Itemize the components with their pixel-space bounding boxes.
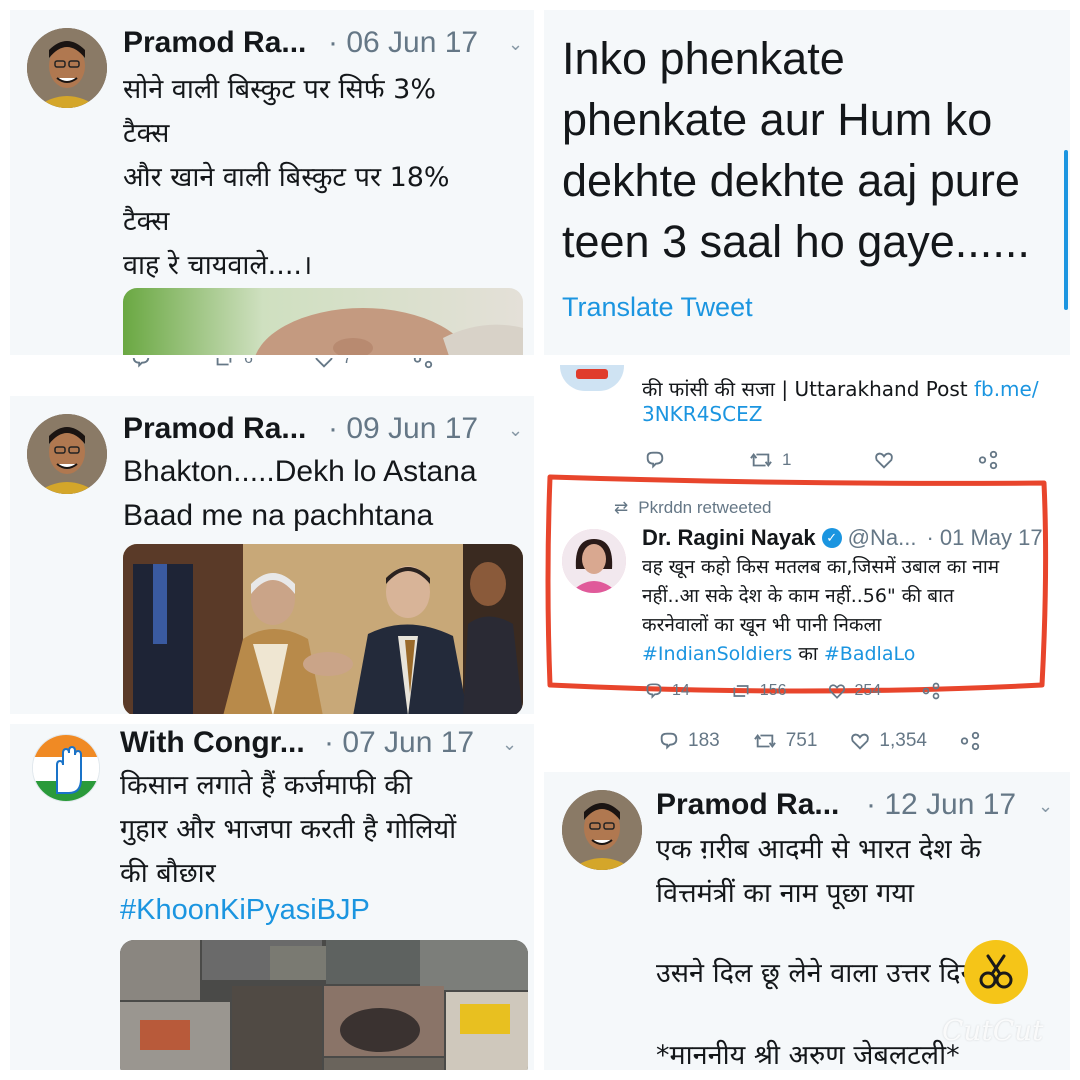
hashtag-link[interactable]: #IndianSoldiers [642, 643, 792, 665]
chevron-down-icon[interactable]: ⌄ [508, 420, 523, 441]
tweet-text: एक ग़रीब आदमी से भारत देश के वित्तमंत्री… [656, 834, 981, 909]
tweet-text: Bhakton.....Dekh lo Astana Baad me na pa… [123, 455, 477, 532]
reply-icon[interactable] [130, 358, 152, 370]
tweet-actions-strip: 6 7 [10, 358, 534, 380]
tweet-actions: 14 156 254 [644, 681, 941, 701]
source-line: की फांसी की सजा | Uttarakhand Post fb.me… [642, 375, 1039, 426]
like-icon [315, 358, 333, 368]
tweet-panel-6: Pramod Ra... · 12 Jun 17 ⌄ एक ग़रीब आदमी… [544, 772, 1070, 1070]
reply-count: 183 [688, 730, 720, 751]
retweet-icon [216, 358, 232, 366]
avatar[interactable] [27, 28, 107, 108]
hashtag-link[interactable]: #BadlaLo [824, 643, 915, 665]
retweet-count: 156 [759, 682, 787, 699]
like-icon [828, 684, 845, 699]
like-count: 254 [854, 682, 882, 699]
reply-icon[interactable] [644, 449, 666, 471]
retweet-count: 751 [785, 730, 818, 751]
author-name[interactable]: Pramod Ra... [123, 26, 306, 60]
chevron-down-icon[interactable]: ⌄ [502, 734, 517, 755]
author-handle[interactable]: @Na... [848, 525, 917, 551]
chevron-down-icon[interactable]: ⌄ [1038, 796, 1053, 817]
scissors-icon [964, 940, 1028, 1004]
hashtag-link[interactable]: #KhoonKiPyasiBJP [120, 894, 370, 927]
share-icon[interactable] [921, 681, 941, 701]
tweet-header: Dr. Ragini Nayak ✓ @Na... · 01 May 17 [642, 525, 1043, 551]
source-avatar[interactable] [560, 365, 624, 391]
reply-button[interactable]: 14 [644, 681, 690, 701]
tweet-body: वह खून कहो किस मतलब का,जिसमें उबाल का ना… [642, 556, 1000, 636]
author-name[interactable]: Pramod Ra... [656, 788, 839, 822]
share-icon[interactable] [412, 358, 434, 370]
tweet-text: सोने वाली बिस्कुट पर सिर्फ 3% टैक्स और ख… [123, 74, 450, 281]
like-icon[interactable] [873, 449, 895, 471]
tweet-panel-4: की फांसी की सजा | Uttarakhand Post fb.me… [544, 365, 1070, 715]
like-button[interactable]: 1,354 [849, 730, 927, 752]
like-button[interactable]: 254 [827, 681, 882, 701]
retweeted-by-label: Pkrddn retweeted [638, 498, 772, 517]
reply-count: 14 [672, 682, 690, 699]
tweet-image[interactable] [123, 544, 523, 714]
tweet-text: वह खून कहो किस मतलब का,जिसमें उबाल का ना… [642, 553, 1062, 669]
retweet-button[interactable]: 156 [730, 681, 787, 701]
retweet-icon: ⇄ [614, 498, 629, 517]
avatar[interactable] [562, 790, 642, 870]
chevron-down-icon[interactable]: ⌄ [508, 34, 523, 55]
retweet-count: 1 [782, 450, 792, 469]
retweeted-by[interactable]: ⇄ Pkrddn retweeted [614, 498, 772, 518]
tweet-image-collage[interactable] [120, 940, 528, 1070]
tweet-text: किसान लगाते हैं कर्जमाफी की गुहार और भाज… [120, 770, 457, 889]
retweet-button[interactable]: 6 [212, 358, 253, 370]
tweet-date[interactable]: · 07 Jun 17 [324, 726, 474, 760]
tweet-actions: 183 751 1,354 [658, 730, 981, 752]
scrollbar[interactable] [1064, 150, 1068, 310]
retweet-icon [733, 685, 749, 697]
tweet-date[interactable]: · 12 Jun 17 [866, 788, 1016, 822]
retweet-icon [753, 733, 776, 749]
tweet-panel-5: With Congr... · 07 Jun 17 ⌄ किसान लगाते … [10, 724, 534, 1070]
tweet-panel-2: Inko phenkate phenkate aur Hum ko dekhte… [544, 10, 1070, 355]
author-name[interactable]: Pramod Ra... [123, 412, 306, 446]
avatar[interactable] [27, 414, 107, 494]
reply-icon [646, 683, 662, 699]
like-count: 1,354 [879, 730, 927, 751]
retweet-icon [750, 452, 772, 468]
like-count: 7 [342, 358, 352, 367]
like-icon [851, 733, 870, 750]
tweet-date[interactable]: · 06 Jun 17 [328, 26, 478, 60]
source-text: की फांसी की सजा | Uttarakhand Post [642, 377, 968, 401]
share-icon[interactable] [959, 730, 981, 752]
author-name[interactable]: Dr. Ragini Nayak [642, 525, 816, 551]
watermark: CutCut [942, 1014, 1044, 1047]
congress-logo-avatar[interactable] [32, 734, 100, 802]
tweet-panel-1: Pramod Ra... · 06 Jun 17 ⌄ सोने वाली बिस… [10, 10, 534, 355]
avatar[interactable] [562, 529, 626, 593]
retweet-count: 6 [244, 358, 253, 367]
retweet-button[interactable]: 751 [752, 730, 818, 752]
tweet-date[interactable]: · 01 May 17 [926, 525, 1042, 551]
share-icon[interactable] [977, 449, 999, 471]
retweet-button[interactable]: 1 [748, 449, 791, 471]
tweet-panel-6-actions: 183 751 1,354 [544, 722, 1070, 766]
source-actions: 1 [644, 449, 999, 471]
author-name[interactable]: With Congr... [120, 726, 305, 760]
like-button[interactable]: 7 [313, 358, 352, 370]
reply-icon [660, 732, 678, 750]
verified-icon: ✓ [821, 528, 842, 548]
tweet-image[interactable] [123, 288, 523, 355]
tweet-text-large: Inko phenkate phenkate aur Hum ko dekhte… [562, 33, 1030, 267]
tweet-date[interactable]: · 09 Jun 17 [328, 412, 478, 446]
tweet-panel-3: Pramod Ra... · 09 Jun 17 ⌄ Bhakton.....D… [10, 396, 534, 714]
reply-button[interactable]: 183 [658, 730, 720, 752]
hashtag-connector: का [792, 643, 824, 665]
translate-tweet-link[interactable]: Translate Tweet [562, 292, 753, 323]
